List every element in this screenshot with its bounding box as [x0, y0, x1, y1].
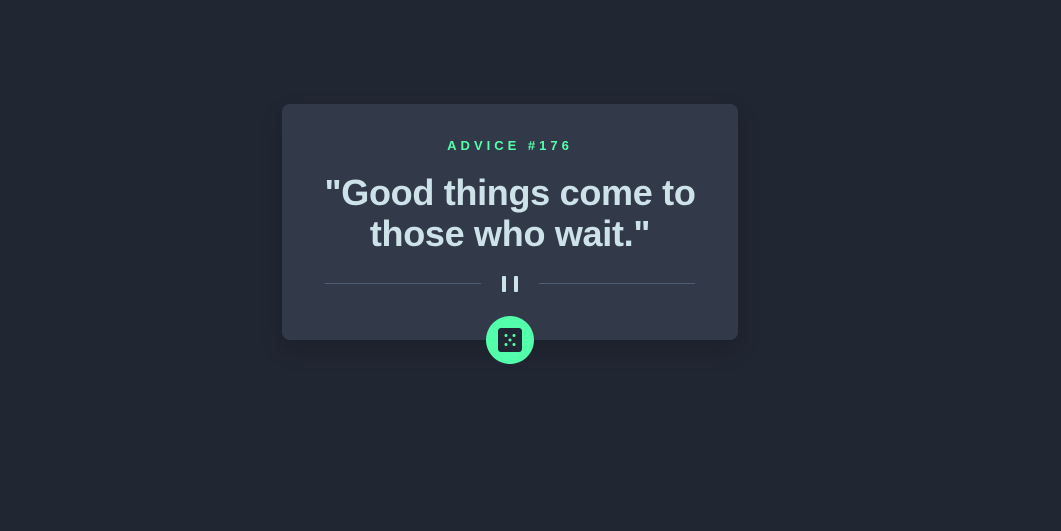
- dice-icon: [498, 328, 522, 352]
- pause-icon: [502, 276, 518, 292]
- divider-line-left: [325, 283, 481, 284]
- generate-advice-button[interactable]: [486, 316, 534, 364]
- advice-card: ADVICE #176 "Good things come to those w…: [282, 104, 738, 340]
- advice-quote: "Good things come to those who wait.": [324, 172, 696, 254]
- pause-bar-left: [502, 276, 506, 292]
- pattern-divider: [325, 276, 695, 292]
- divider-line-right: [539, 283, 695, 284]
- advice-id-label: ADVICE #176: [447, 138, 573, 153]
- pause-bar-right: [514, 276, 518, 292]
